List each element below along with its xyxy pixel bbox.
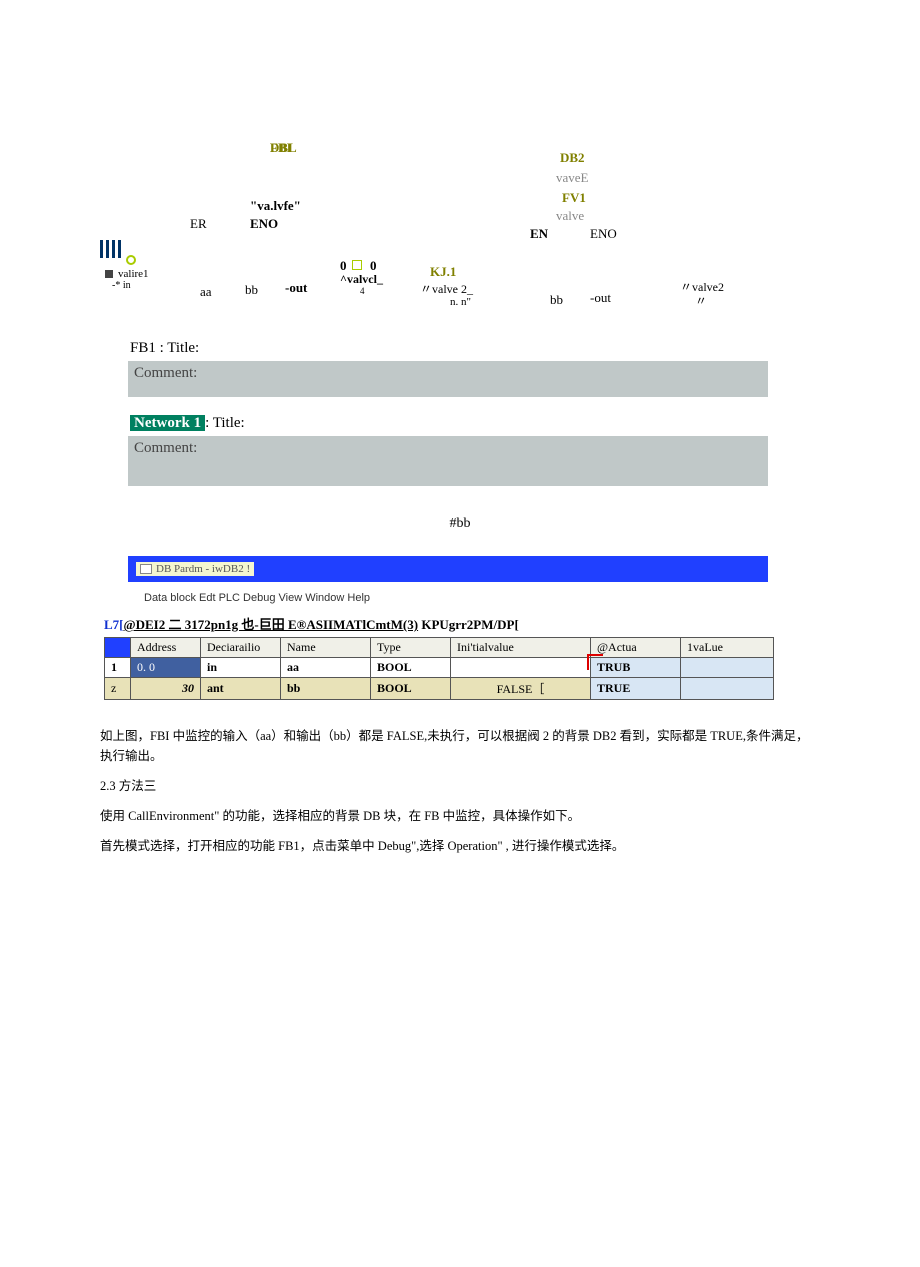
db-window-title: DB Pardm - iwDB2 !: [156, 563, 250, 575]
db-data-table: Address Deciarailio Name Type Ini'tialva…: [104, 637, 774, 700]
valve2-top-label: 〃valve 2_: [420, 280, 473, 297]
cell-type: BOOL: [371, 678, 451, 700]
l7-prefix: L7[: [104, 617, 124, 632]
db-window-titlebar: DB Pardm - iwDB2 !: [128, 556, 768, 582]
er-label: ER: [190, 216, 207, 232]
body-p2: 2.3 方法三: [100, 776, 820, 796]
body-p4: 首先模式选择，打开相应的功能 FB1，点击菜单中 Debug",选择 Opera…: [100, 836, 820, 856]
cell-idx: 1: [105, 658, 131, 678]
network-badge: Network 1: [130, 415, 205, 431]
cell-init: FALSE［: [451, 678, 591, 700]
square-icon: [105, 270, 113, 278]
th-decl: Deciarailio: [201, 638, 281, 658]
cell-address: 30: [131, 678, 201, 700]
cell-actual: TRUB: [591, 658, 681, 678]
path-part2: KPUgrr2PM/DP[: [418, 617, 519, 632]
valvfe-label: "va.lvfe": [250, 198, 301, 214]
db2-label: DB2: [560, 150, 585, 166]
cell-type: BOOL: [371, 658, 451, 678]
body-p3: 使用 CallEnvironment" 的功能，选择相应的背景 DB 块，在 F…: [100, 806, 820, 826]
hash-bb-text: #bb: [100, 516, 820, 532]
bars-icon: [100, 240, 122, 258]
th-initval: Ini'tialvalue: [451, 638, 591, 658]
db-window-tab[interactable]: DB Pardm - iwDB2 !: [136, 562, 254, 576]
bb-left-label: bb: [245, 282, 258, 298]
db-path-line: L7[@DEI2 二 3172pn1g 也-巨田 E®ASIIMATlCmtM(…: [104, 614, 820, 633]
db-menu-bar[interactable]: Data block Edt PLC Debug View Window Hel…: [144, 592, 820, 604]
cell-val: [681, 658, 774, 678]
bb-right-label: bb: [550, 292, 563, 308]
circle-icon: [126, 255, 136, 265]
eno-left-label: ENO: [250, 216, 278, 232]
kj1-label: KJ.1: [430, 264, 456, 280]
out-left-label: -out: [285, 280, 307, 296]
body-p1: 如上图，FBI 中监控的输入（aa）和输出（bb）都是 FALSE,未执行，可以…: [100, 726, 820, 766]
db-menu-text: Data block Edt PLC Debug View Window Hel…: [144, 592, 370, 604]
cell-actual: TRUE: [591, 678, 681, 700]
table-row[interactable]: 1 0. 0 in aa BOOL TRUB: [105, 658, 774, 678]
valvcl-label: ^valvcl_: [340, 272, 383, 287]
cell-idx: z: [105, 678, 131, 700]
network-title-label: : Title:: [205, 415, 245, 431]
th-address: Address: [131, 638, 201, 658]
star-in-label: -* in: [112, 280, 131, 291]
out-right-label: -out: [590, 290, 611, 306]
fv1-label: FV1: [562, 190, 586, 206]
cell-name: bb: [281, 678, 371, 700]
cell-name: aa: [281, 658, 371, 678]
valve-label: valve: [556, 208, 584, 224]
fb-call-diagram-area: DBL FBI "va.lvfe" ER ENO valire1 -* in a…: [100, 140, 820, 320]
cell-decl: ant: [201, 678, 281, 700]
fb1-comment-box: Comment:: [128, 361, 768, 397]
th-type: Type: [371, 638, 451, 658]
nn-label: n. n": [450, 296, 471, 308]
comment-label: Comment:: [134, 365, 197, 381]
table-row[interactable]: z 30 ant bb BOOL FALSE［ TRUE: [105, 678, 774, 700]
eno-right-label: ENO: [590, 226, 617, 242]
cell-init: [451, 658, 591, 678]
path-part1: @DEI2 二 3172pn1g 也-巨田 E®ASIIMATlCmtM(3): [124, 617, 419, 632]
th-actual: @Actua: [591, 638, 681, 658]
th-blank: [105, 638, 131, 658]
network-title-row: Network 1: Title:: [130, 415, 820, 432]
fb1-title: FB1 : Title:: [130, 340, 820, 357]
comment2-label: Comment:: [134, 440, 197, 456]
body-text: 如上图，FBI 中监控的输入（aa）和输出（bb）都是 FALSE,未执行，可以…: [100, 726, 820, 856]
cell-address: 0. 0: [131, 658, 201, 678]
window-icon: [140, 564, 152, 574]
cell-decl: in: [201, 658, 281, 678]
fbi-label: FBI: [270, 140, 292, 156]
th-value: 1vaLue: [681, 638, 774, 658]
cell-val: [681, 678, 774, 700]
en-label: EN: [530, 226, 548, 242]
vavee-label: vaveE: [556, 170, 588, 186]
box-icon: [352, 256, 362, 272]
th-name: Name: [281, 638, 371, 658]
network-comment-box: Comment:: [128, 436, 768, 486]
table-header-row: Address Deciarailio Name Type Ini'tialva…: [105, 638, 774, 658]
four-label: 4: [360, 286, 365, 296]
aa-label: aa: [200, 284, 212, 300]
closeq-label: 〃: [695, 292, 707, 309]
valirel-label: valire1: [118, 268, 149, 280]
fb1-section: FB1 : Title: Comment: Network 1: Title: …: [100, 340, 820, 486]
